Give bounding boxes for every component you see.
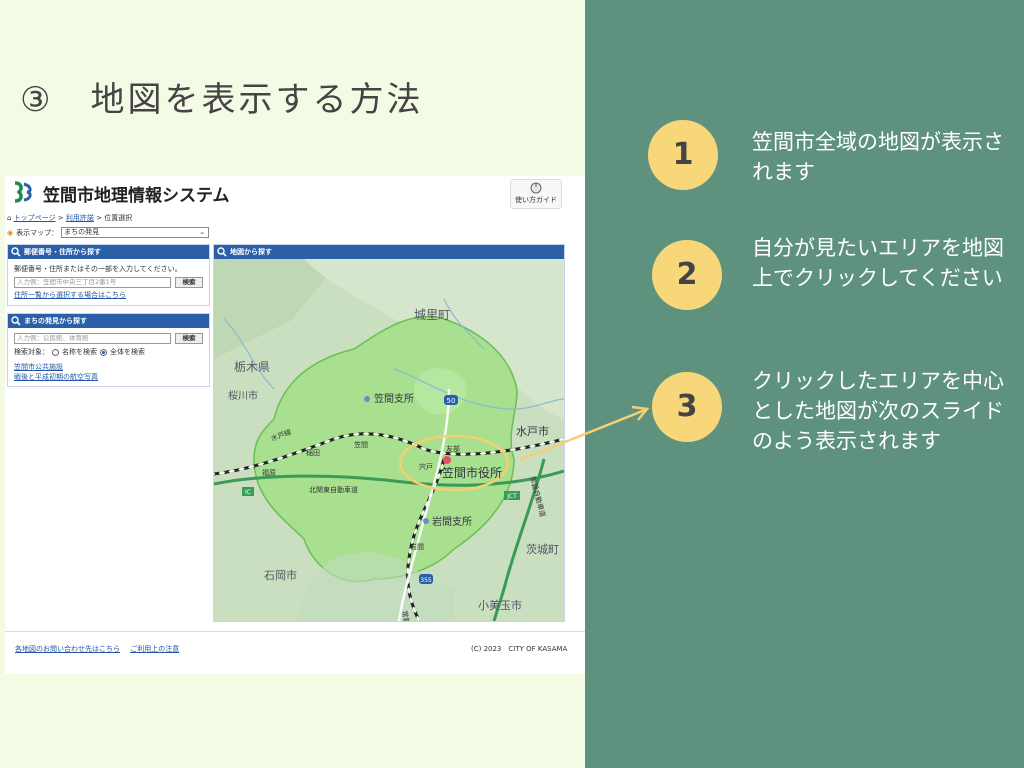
step-2-badge: 2	[652, 240, 722, 310]
step-1-badge: 1	[648, 120, 718, 190]
step-3-text: クリックしたエリアを中心とした地図が次のスライドのよう表示されます	[752, 369, 1004, 453]
step-1-text: 笠間市全域の地図が表示されます	[752, 130, 1004, 184]
step-3-badge: 3	[652, 372, 722, 442]
step-2-text: 自分が見たいエリアを地図上でクリックしてください	[752, 236, 1004, 290]
